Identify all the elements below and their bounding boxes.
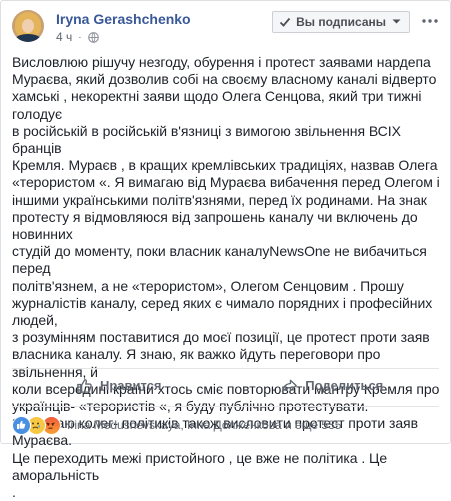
author-avatar[interactable] [12, 10, 44, 42]
post-header: Iryna Gerashchenko 4 ч · Вы подписаны [12, 7, 442, 47]
post-timestamp[interactable]: 4 ч [56, 30, 72, 44]
subscribed-button[interactable]: Вы подписаны [272, 11, 410, 33]
divider [12, 406, 439, 407]
share-arrow-icon [281, 379, 298, 392]
feed-post-card: Iryna Gerashchenko 4 ч · Вы подписаны Ви… [0, 0, 451, 500]
checkmark-icon [279, 17, 291, 27]
like-button[interactable]: Нравится [12, 369, 226, 401]
share-button[interactable]: Поделиться [226, 369, 440, 401]
globe-icon [87, 31, 99, 43]
reactions-summary[interactable]: Irina Medushevskaya, Інна Долженкова и е… [12, 413, 439, 437]
post-actions-bar: Нравится Поделиться [12, 369, 439, 401]
chevron-down-icon [392, 19, 401, 24]
more-options-button[interactable] [420, 13, 440, 29]
like-label: Нравится [99, 377, 162, 393]
more-options-icon [422, 19, 438, 23]
subscribed-label: Вы подписаны [296, 15, 386, 29]
post-meta: 4 ч · [56, 30, 99, 44]
thumbs-up-icon [77, 378, 92, 393]
share-label: Поделиться [305, 377, 384, 393]
reactions-summary-text: Irina Medushevskaya, Інна Долженкова и е… [67, 418, 342, 432]
separator-dot: · [78, 31, 82, 43]
author-name-link[interactable]: Iryna Gerashchenko [56, 11, 191, 27]
like-reaction-icon [12, 415, 31, 435]
